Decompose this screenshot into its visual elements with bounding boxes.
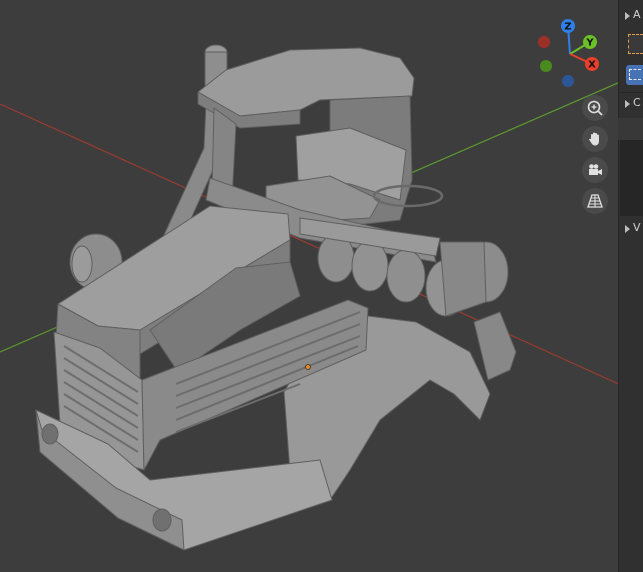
collapse-arrow-icon[interactable]	[625, 100, 630, 108]
perspective-toggle-button[interactable]	[582, 188, 608, 214]
panel-content-box	[620, 140, 643, 216]
bumper-hole-left	[41, 423, 59, 445]
navigation-gizmo[interactable]: Z Y X	[528, 14, 608, 94]
camera-icon	[589, 164, 602, 175]
gizmo-neg-y[interactable]	[540, 60, 552, 72]
collapse-arrow-icon[interactable]	[625, 12, 630, 20]
gizmo-neg-z[interactable]	[562, 75, 574, 87]
drum-body	[439, 241, 487, 317]
collapse-arrow-icon[interactable]	[625, 225, 630, 233]
panel-row-label-1: A	[633, 8, 641, 21]
pan-button[interactable]	[582, 126, 608, 152]
gizmo-y-label: Y	[585, 38, 594, 49]
zoom-button[interactable]	[582, 95, 608, 121]
drum-3	[386, 249, 426, 303]
panel-divider	[618, 92, 643, 93]
panel-row-label-4: V	[633, 221, 641, 234]
panel-subheader[interactable]	[618, 118, 643, 140]
gizmo-x-label: X	[588, 60, 596, 71]
perspective-grid-icon	[587, 194, 603, 208]
select-box-active-icon[interactable]	[626, 65, 643, 85]
fender-mount	[473, 311, 517, 381]
hand-pan-icon	[589, 132, 599, 146]
panel-row-label-2: C	[633, 96, 641, 109]
3d-viewport[interactable]: Z Y X	[0, 0, 643, 572]
air-filter-barrel-end	[71, 245, 93, 283]
select-box-icon[interactable]	[628, 34, 643, 54]
drum-2	[351, 240, 389, 292]
bumper-hole-right	[152, 508, 172, 532]
zoom-icon	[587, 100, 603, 116]
gizmo-neg-x[interactable]	[538, 36, 550, 48]
gizmo-z-label: Z	[564, 22, 571, 33]
truck-model[interactable]	[35, 44, 517, 551]
camera-view-button[interactable]	[582, 157, 608, 183]
properties-sidebar[interactable]: A C A V	[618, 0, 643, 572]
origin-marker[interactable]	[305, 364, 311, 370]
